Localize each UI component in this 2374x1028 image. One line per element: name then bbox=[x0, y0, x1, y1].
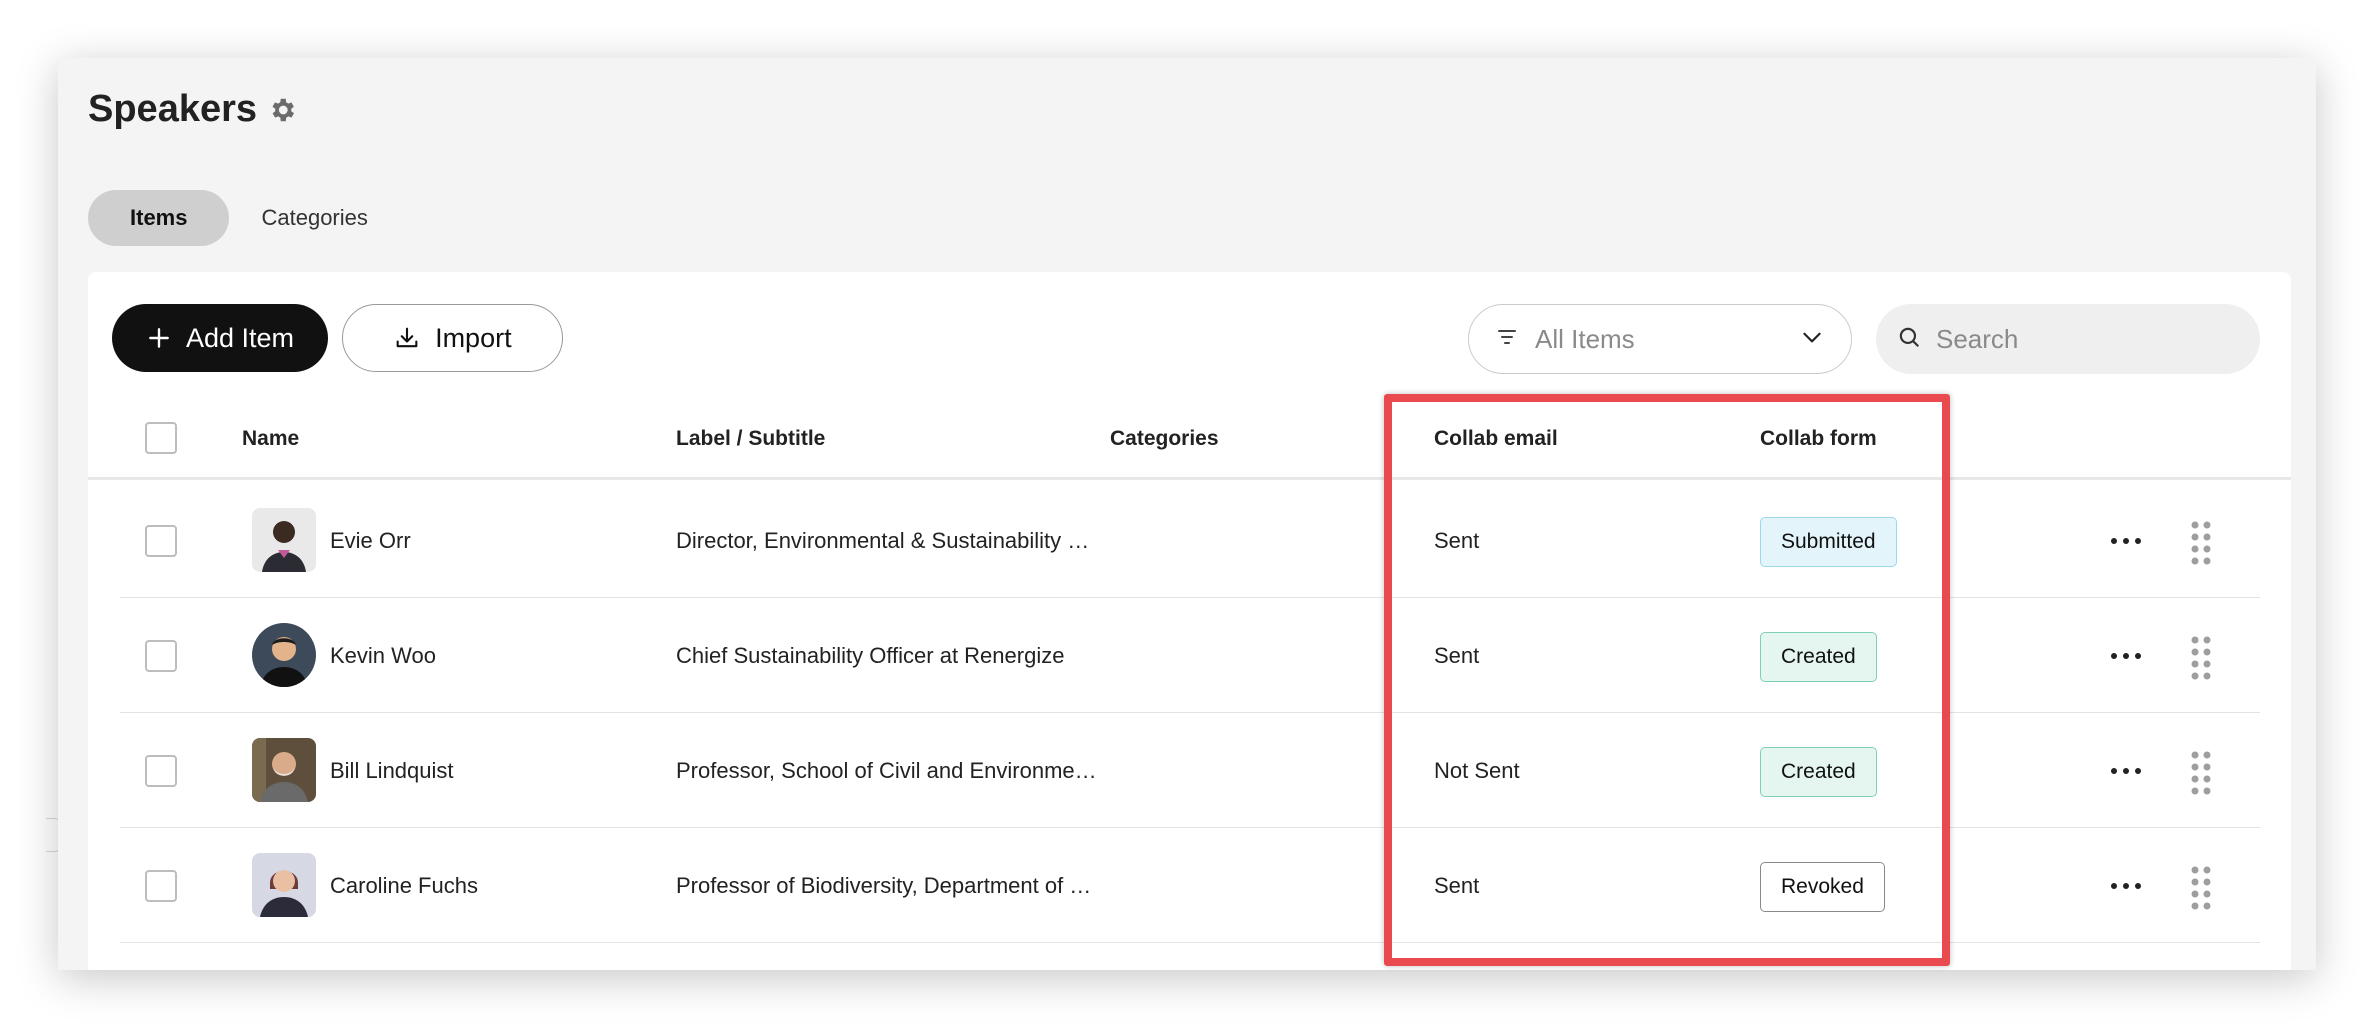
more-horizontal-icon[interactable] bbox=[2106, 868, 2146, 904]
toolbar-actions: Add Item Import bbox=[112, 304, 563, 372]
chevron-down-icon bbox=[1799, 324, 1825, 355]
row-subtitle: Chief Sustainability Officer at Renergiz… bbox=[676, 642, 1065, 668]
row-checkbox[interactable] bbox=[145, 525, 177, 557]
row-collab-email: Sent bbox=[1434, 872, 1480, 898]
status-badge: Revoked bbox=[1760, 862, 1885, 912]
import-button[interactable]: Import bbox=[342, 304, 563, 372]
column-header-collab-email[interactable]: Collab email bbox=[1434, 398, 1558, 480]
title-row: Speakers bbox=[88, 88, 297, 131]
tab-items[interactable]: Items bbox=[88, 190, 230, 246]
more-horizontal-icon[interactable] bbox=[2106, 523, 2146, 559]
row-subtitle: Director, Environmental & Sustainability… bbox=[676, 527, 1090, 553]
column-header-subtitle[interactable]: Label / Subtitle bbox=[676, 398, 825, 480]
table-row[interactable]: Bill Lindquist Professor, School of Civi… bbox=[120, 713, 2260, 828]
filter-dropdown[interactable]: All Items bbox=[1468, 304, 1852, 374]
row-subtitle: Professor, School of Civil and Environme… bbox=[676, 757, 1097, 783]
row-collab-email: Sent bbox=[1434, 642, 1480, 668]
table-row[interactable]: Caroline Fuchs Professor of Biodiversity… bbox=[120, 828, 2260, 943]
table-header: Name Label / Subtitle Categories Collab … bbox=[88, 398, 2291, 480]
column-header-collab-form[interactable]: Collab form bbox=[1760, 398, 1877, 480]
row-name: Caroline Fuchs bbox=[330, 872, 478, 898]
search-box bbox=[1876, 304, 2260, 374]
row-checkbox[interactable] bbox=[145, 870, 177, 902]
drag-handle-icon[interactable] bbox=[2186, 862, 2216, 910]
row-collab-email: Sent bbox=[1434, 527, 1480, 553]
row-checkbox[interactable] bbox=[145, 755, 177, 787]
row-name: Evie Orr bbox=[330, 527, 411, 553]
search-icon bbox=[1896, 324, 1922, 355]
avatar bbox=[252, 738, 316, 802]
download-icon bbox=[393, 324, 421, 352]
drag-handle-icon[interactable] bbox=[2186, 517, 2216, 565]
column-header-categories[interactable]: Categories bbox=[1110, 398, 1219, 480]
status-badge: Created bbox=[1760, 747, 1877, 797]
more-horizontal-icon[interactable] bbox=[2106, 638, 2146, 674]
row-checkbox[interactable] bbox=[145, 640, 177, 672]
import-label: Import bbox=[435, 322, 512, 353]
avatar bbox=[252, 508, 316, 572]
row-name: Kevin Woo bbox=[330, 642, 436, 668]
drag-handle-icon[interactable] bbox=[2186, 747, 2216, 795]
app-window: Speakers Items Categories Add Item Impor… bbox=[58, 58, 2316, 970]
tab-bar: Items Categories bbox=[88, 190, 384, 246]
plus-icon bbox=[146, 325, 172, 351]
more-horizontal-icon[interactable] bbox=[2106, 753, 2146, 789]
drag-handle-icon[interactable] bbox=[2186, 632, 2216, 680]
status-badge: Submitted bbox=[1760, 517, 1897, 567]
filter-lines-icon bbox=[1495, 325, 1519, 354]
row-collab-email: Not Sent bbox=[1434, 757, 1520, 783]
row-subtitle: Professor of Biodiversity, Department of… bbox=[676, 872, 1092, 898]
items-card: Add Item Import All Items Search Name La… bbox=[88, 272, 2291, 970]
add-item-button[interactable]: Add Item bbox=[112, 304, 329, 372]
add-item-label: Add Item bbox=[186, 322, 295, 353]
tab-categories[interactable]: Categories bbox=[245, 190, 383, 246]
table-row[interactable]: Kevin Woo Chief Sustainability Officer a… bbox=[120, 598, 2260, 713]
status-badge: Created bbox=[1760, 632, 1877, 682]
avatar bbox=[252, 623, 316, 687]
column-header-name[interactable]: Name bbox=[242, 398, 299, 480]
avatar bbox=[252, 853, 316, 917]
row-name: Bill Lindquist bbox=[330, 757, 454, 783]
filter-value: All Items bbox=[1535, 323, 1635, 354]
table-row[interactable]: Evie Orr Director, Environmental & Susta… bbox=[120, 483, 2260, 598]
gear-icon[interactable] bbox=[267, 95, 297, 125]
page-title: Speakers bbox=[88, 88, 258, 130]
select-all-checkbox[interactable] bbox=[145, 422, 177, 454]
search-input[interactable] bbox=[1936, 323, 2236, 355]
